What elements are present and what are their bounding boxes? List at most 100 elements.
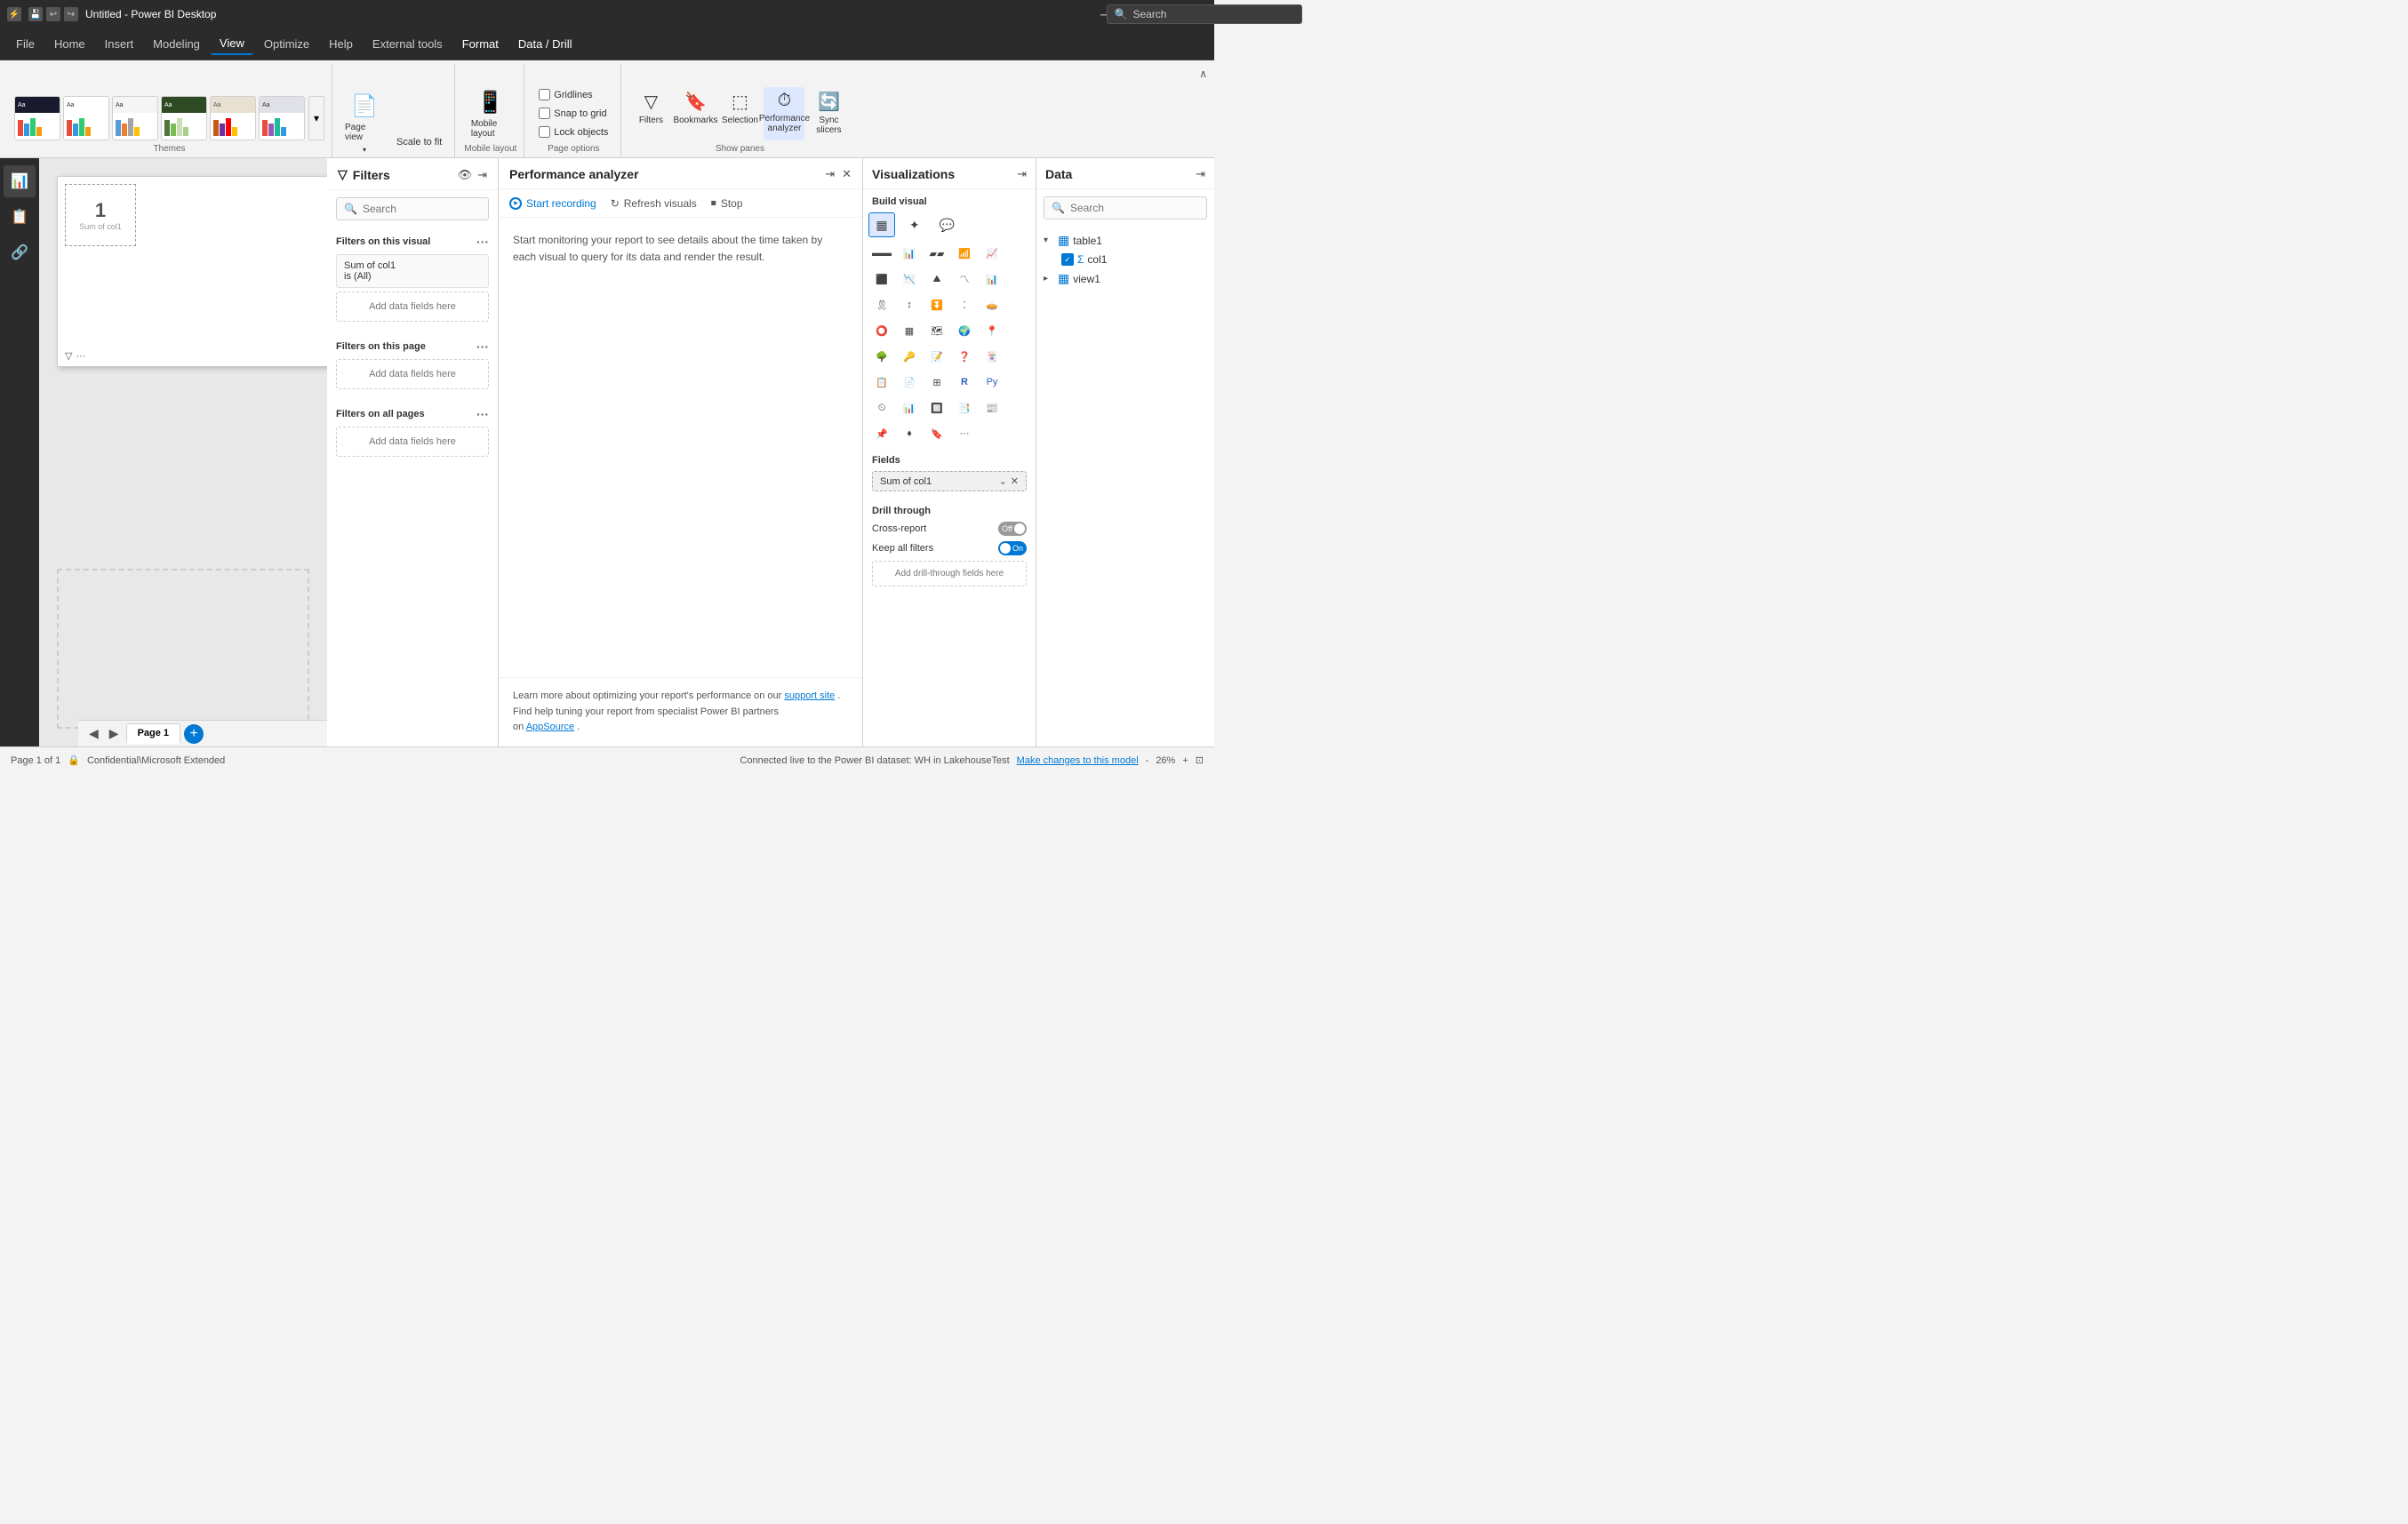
viz-map[interactable]: 🗺: [924, 318, 950, 343]
tree-expand-view1[interactable]: ▸: [1044, 274, 1054, 283]
performance-analyzer-button[interactable]: ⏱ Performance analyzer: [764, 87, 804, 140]
viz-narrative[interactable]: 📑: [951, 395, 978, 420]
filter-card-col1[interactable]: Sum of col1 is (All): [336, 254, 489, 288]
viz-line-stacked[interactable]: 〽: [951, 267, 978, 291]
filters-search-box[interactable]: 🔍: [336, 197, 489, 220]
theme-item-1[interactable]: Aa: [14, 96, 60, 140]
viz-python[interactable]: Py: [979, 370, 1005, 395]
viz-scatter[interactable]: ⁚: [951, 292, 978, 317]
filters-add-all[interactable]: Add data fields here: [336, 427, 489, 457]
tree-item-col1[interactable]: ✓ Σ col1: [1044, 251, 1207, 268]
viz-more-icon[interactable]: ···: [951, 421, 978, 446]
menu-file[interactable]: File: [7, 34, 44, 54]
title-search-box[interactable]: 🔍 Search: [1107, 4, 1302, 24]
viz-100pct-bar[interactable]: ▰▰: [924, 241, 950, 266]
viz-expand-icon[interactable]: ⇥: [1017, 167, 1027, 181]
tree-expand-table1[interactable]: ▾: [1044, 235, 1054, 245]
cross-report-toggle[interactable]: Off: [998, 522, 1027, 536]
viz-matrix[interactable]: ⊞: [924, 370, 950, 395]
filters-eye-icon[interactable]: 👁: [458, 168, 473, 182]
support-site-link[interactable]: support site: [784, 690, 835, 701]
menu-insert[interactable]: Insert: [96, 34, 143, 54]
viz-waterfall[interactable]: ↕: [896, 292, 923, 317]
themes-expand-button[interactable]: ▾: [308, 96, 324, 140]
viz-stacked-col[interactable]: 📶: [951, 241, 978, 266]
viz-100pct-col[interactable]: ⬛: [868, 267, 895, 291]
bookmarks-pane-button[interactable]: 🔖 Bookmarks: [675, 87, 716, 140]
viz-stacked-bar[interactable]: ▬▬: [868, 241, 895, 266]
menu-modeling[interactable]: Modeling: [144, 34, 209, 54]
page-prev-button[interactable]: ◀: [85, 726, 102, 741]
appsource-link[interactable]: AppSource: [526, 722, 574, 732]
viz-treemap[interactable]: ▦: [896, 318, 923, 343]
model-view-button[interactable]: 🔗: [4, 236, 36, 268]
viz-decomp-tree[interactable]: 🌳: [868, 344, 895, 369]
menu-external-tools[interactable]: External tools: [364, 34, 452, 54]
chip-close-icon[interactable]: ✕: [1011, 475, 1019, 487]
data-search-box[interactable]: 🔍: [1044, 196, 1207, 219]
viz-pin-icon[interactable]: 📌: [868, 421, 895, 446]
page-tab-1[interactable]: Page 1: [126, 723, 180, 744]
menu-help[interactable]: Help: [320, 34, 362, 54]
report-view-button[interactable]: 📊: [4, 165, 36, 197]
tree-item-view1[interactable]: ▸ ▦ view1: [1044, 268, 1207, 289]
col1-check-icon[interactable]: ✓: [1061, 253, 1074, 266]
viz-smart-narrative[interactable]: 📝: [924, 344, 950, 369]
perf-close-icon[interactable]: ✕: [842, 167, 852, 181]
viz-card[interactable]: 🃏: [979, 344, 1005, 369]
zoom-in-icon[interactable]: +: [1182, 755, 1188, 766]
viz-funnel[interactable]: ⏬: [924, 292, 950, 317]
theme-item-6[interactable]: Aa: [259, 96, 305, 140]
viz-bookmark-icon[interactable]: 🔖: [924, 421, 950, 446]
gridlines-check[interactable]: [539, 89, 550, 100]
viz-filled-map[interactable]: 🌍: [951, 318, 978, 343]
add-page-button[interactable]: +: [184, 724, 204, 744]
viz-line-clustered[interactable]: 📊: [979, 267, 1005, 291]
data-view-button[interactable]: 📋: [4, 201, 36, 233]
viz-azure-map[interactable]: 📍: [979, 318, 1005, 343]
viz-gauge[interactable]: ⏲: [868, 395, 895, 420]
save-icon[interactable]: 💾: [28, 7, 43, 21]
filters-expand-icon[interactable]: ⇥: [477, 168, 487, 182]
viz-paginated[interactable]: 📰: [979, 395, 1005, 420]
viz-qna2[interactable]: ❓: [951, 344, 978, 369]
scale-to-fit-button[interactable]: Scale to fit: [391, 134, 447, 150]
mobile-layout-button[interactable]: 📱 Mobile layout: [468, 87, 514, 140]
sync-slicers-button[interactable]: 🔄 Sync slicers: [808, 87, 849, 140]
viz-ribbon[interactable]: 🎗: [868, 292, 895, 317]
viz-slicer[interactable]: 🔲: [924, 395, 950, 420]
snap-to-grid-checkbox[interactable]: Snap to grid: [533, 105, 613, 122]
viz-diamond-icon[interactable]: ♦: [896, 421, 923, 446]
snap-check[interactable]: [539, 108, 550, 119]
refresh-visuals-button[interactable]: ↻ Refresh visuals: [611, 197, 697, 210]
lock-check[interactable]: [539, 126, 550, 138]
menu-data-drill[interactable]: Data / Drill: [509, 34, 581, 54]
filters-add-page[interactable]: Add data fields here: [336, 359, 489, 389]
page-view-button[interactable]: 📄 Page view ▾: [341, 97, 388, 150]
filters-pane-button[interactable]: ▽ Filters: [630, 87, 671, 140]
filters-page-menu[interactable]: ···: [476, 339, 489, 354]
theme-item-4[interactable]: Aa: [161, 96, 207, 140]
filters-visual-menu[interactable]: ···: [476, 235, 489, 249]
viz-qna-icon[interactable]: 💬: [934, 212, 961, 237]
start-recording-button[interactable]: Start recording: [509, 197, 596, 210]
viz-table-icon[interactable]: ▦: [868, 212, 895, 237]
drill-add-area[interactable]: Add drill-through fields here: [872, 561, 1027, 586]
viz-clustered-bar[interactable]: 📊: [896, 241, 923, 266]
viz-table[interactable]: 📄: [896, 370, 923, 395]
keep-filters-toggle[interactable]: On: [998, 541, 1027, 555]
theme-item-5[interactable]: Aa: [210, 96, 256, 140]
viz-key-influencers[interactable]: 🔑: [896, 344, 923, 369]
fit-page-icon[interactable]: ⊡: [1196, 754, 1204, 766]
ribbon-collapse-button[interactable]: ∧: [1199, 68, 1207, 80]
viz-kpi[interactable]: 📊: [896, 395, 923, 420]
menu-home[interactable]: Home: [45, 34, 94, 54]
page-next-button[interactable]: ▶: [106, 726, 123, 741]
viz-pie[interactable]: 🥧: [979, 292, 1005, 317]
theme-item-3[interactable]: Aa: [112, 96, 158, 140]
viz-r-script[interactable]: R: [951, 370, 978, 395]
gridlines-checkbox[interactable]: Gridlines: [533, 86, 613, 103]
menu-view[interactable]: View: [211, 33, 253, 55]
redo-icon[interactable]: ↪: [64, 7, 78, 21]
menu-optimize[interactable]: Optimize: [255, 34, 318, 54]
